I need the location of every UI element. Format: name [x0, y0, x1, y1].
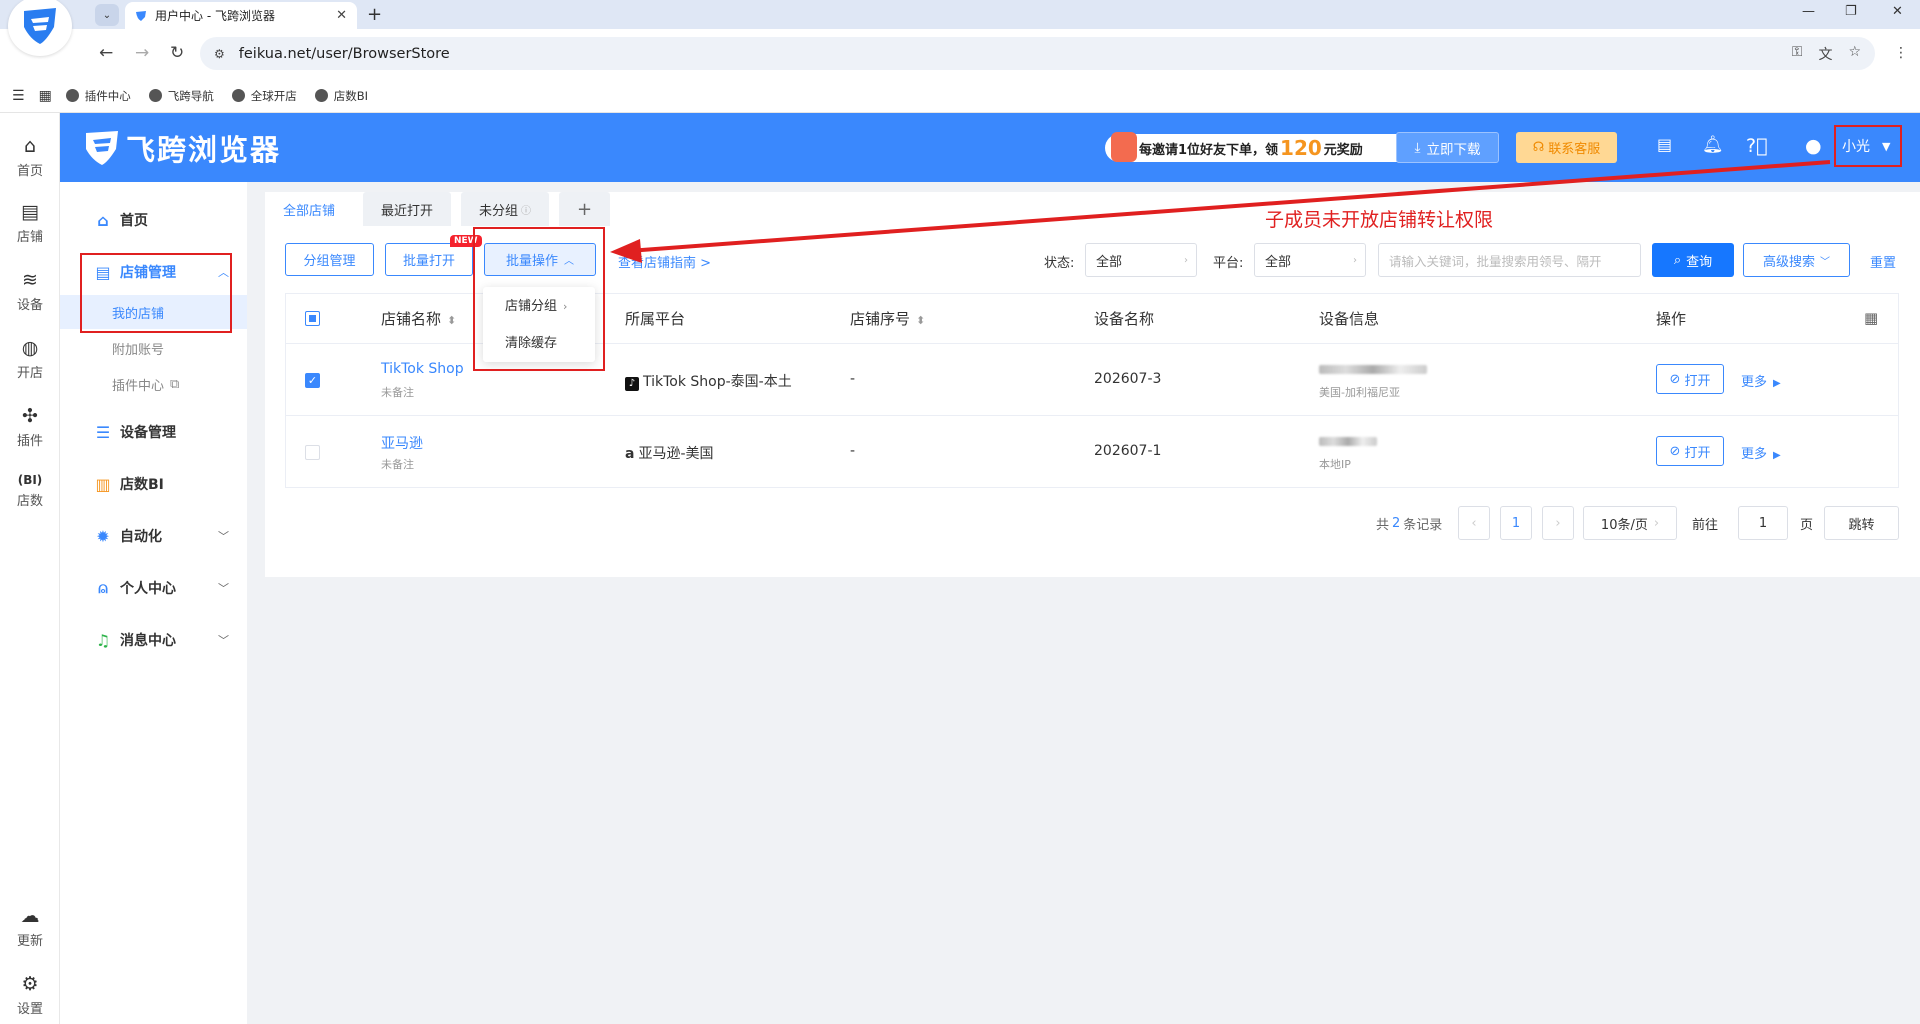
page-root: ⌄ 用户中心 - 飞跨浏览器 ✕ + — ❐ ✕ ← → ↻ ⚙ feikua.… [0, 0, 1920, 1024]
annotation-arrow [610, 160, 1831, 263]
annotation-text: 子成员未开放店铺转让权限 [1265, 209, 1494, 231]
